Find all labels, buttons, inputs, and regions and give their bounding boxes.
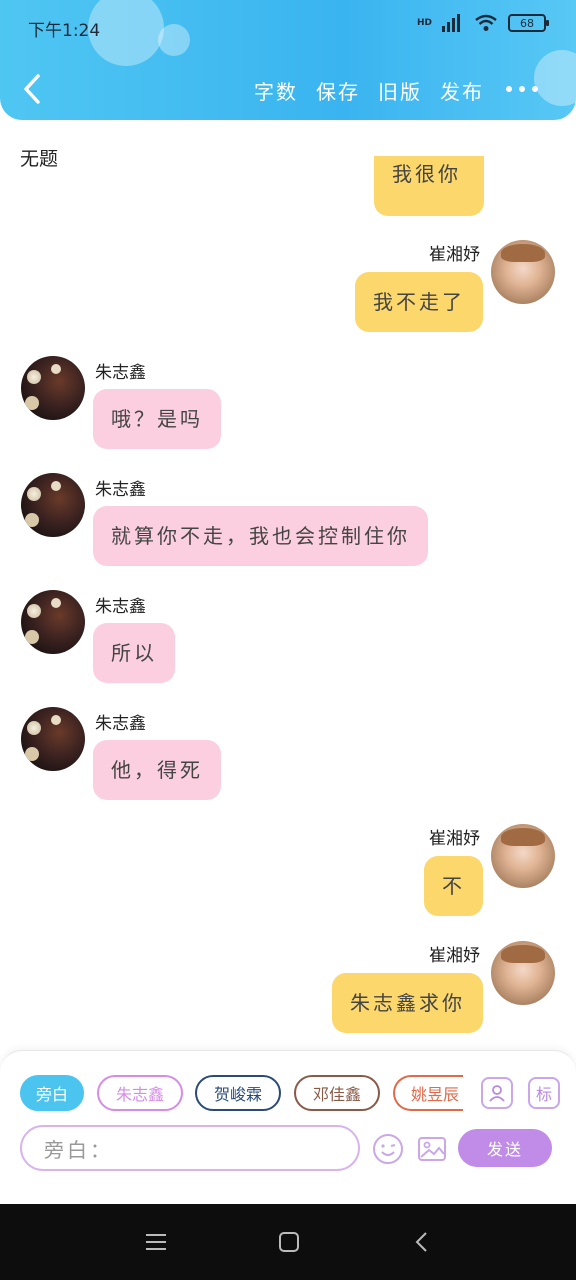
- avatar[interactable]: [21, 473, 85, 537]
- back-arrow-icon[interactable]: [18, 72, 48, 106]
- input-panel: 旁白 朱志鑫 贺峻霖 邓佳鑫 姚昱辰 标 旁白： 发送: [0, 1050, 576, 1204]
- avatar[interactable]: [491, 941, 555, 1005]
- status-icons: HD 68: [416, 14, 549, 32]
- role-chip[interactable]: 姚昱辰: [393, 1075, 463, 1111]
- add-character-icon[interactable]: [481, 1077, 513, 1109]
- message-input[interactable]: 旁白：: [20, 1125, 360, 1171]
- decorative-bubble: [534, 50, 576, 106]
- home-icon[interactable]: [278, 1231, 300, 1253]
- hd-label: HD: [416, 18, 432, 28]
- sender-name: 崔湘妤: [429, 245, 480, 265]
- emoji-icon[interactable]: [372, 1133, 404, 1165]
- back-icon[interactable]: [413, 1231, 431, 1253]
- role-chip[interactable]: 邓佳鑫: [294, 1075, 380, 1111]
- role-chip[interactable]: 贺峻霖: [195, 1075, 281, 1111]
- top-bar: 下午1:24 HD 68 字数 保存 旧版 发布: [0, 0, 576, 120]
- menu-icon[interactable]: [145, 1232, 167, 1252]
- battery-level: 68: [520, 16, 534, 30]
- chat-bubble[interactable]: 哦？是吗: [93, 389, 221, 449]
- word-count-button[interactable]: 字数: [254, 76, 298, 105]
- publish-button[interactable]: 发布: [440, 76, 484, 105]
- story-title: 无题: [20, 148, 59, 170]
- more-options-icon[interactable]: [506, 84, 538, 94]
- sender-name: 崔湘妤: [429, 946, 480, 966]
- decorative-bubble: [158, 24, 190, 56]
- chat-bubble[interactable]: 不: [424, 856, 483, 916]
- chat-area[interactable]: 无题 我很你 崔湘妤 我不走了 朱志鑫 哦？是吗 朱志鑫 就算你不走，我也会控制…: [0, 120, 576, 1050]
- chat-bubble[interactable]: 我不走了: [355, 272, 483, 332]
- label-button[interactable]: 标: [528, 1077, 560, 1109]
- header-menu: 字数 保存 旧版 发布: [254, 76, 484, 105]
- role-chip[interactable]: 朱志鑫: [97, 1075, 183, 1111]
- avatar[interactable]: [491, 240, 555, 304]
- avatar[interactable]: [21, 707, 85, 771]
- system-nav-bar: [0, 1204, 576, 1280]
- sender-name: 朱志鑫: [95, 363, 146, 383]
- chat-bubble-partial[interactable]: 我很你: [374, 156, 484, 216]
- avatar[interactable]: [21, 590, 85, 654]
- chat-bubble[interactable]: 就算你不走，我也会控制住你: [93, 506, 428, 566]
- sender-name: 崔湘妤: [429, 829, 480, 849]
- wifi-icon: [475, 14, 497, 31]
- avatar[interactable]: [491, 824, 555, 888]
- status-time: 下午1:24: [28, 21, 101, 41]
- save-button[interactable]: 保存: [316, 76, 360, 105]
- avatar[interactable]: [21, 356, 85, 420]
- send-button[interactable]: 发送: [458, 1129, 552, 1167]
- image-icon[interactable]: [416, 1133, 448, 1165]
- chat-bubble[interactable]: 所以: [93, 623, 175, 683]
- signal-icon: [442, 14, 460, 32]
- old-version-button[interactable]: 旧版: [378, 76, 422, 105]
- bubble-text: 我很你: [392, 162, 461, 186]
- role-chip-narrator[interactable]: 旁白: [20, 1075, 84, 1111]
- chat-bubble[interactable]: 朱志鑫求你: [332, 973, 483, 1033]
- battery-icon: 68: [508, 14, 549, 32]
- sender-name: 朱志鑫: [95, 714, 146, 734]
- sender-name: 朱志鑫: [95, 480, 146, 500]
- sender-name: 朱志鑫: [95, 597, 146, 617]
- chat-bubble[interactable]: 他，得死: [93, 740, 221, 800]
